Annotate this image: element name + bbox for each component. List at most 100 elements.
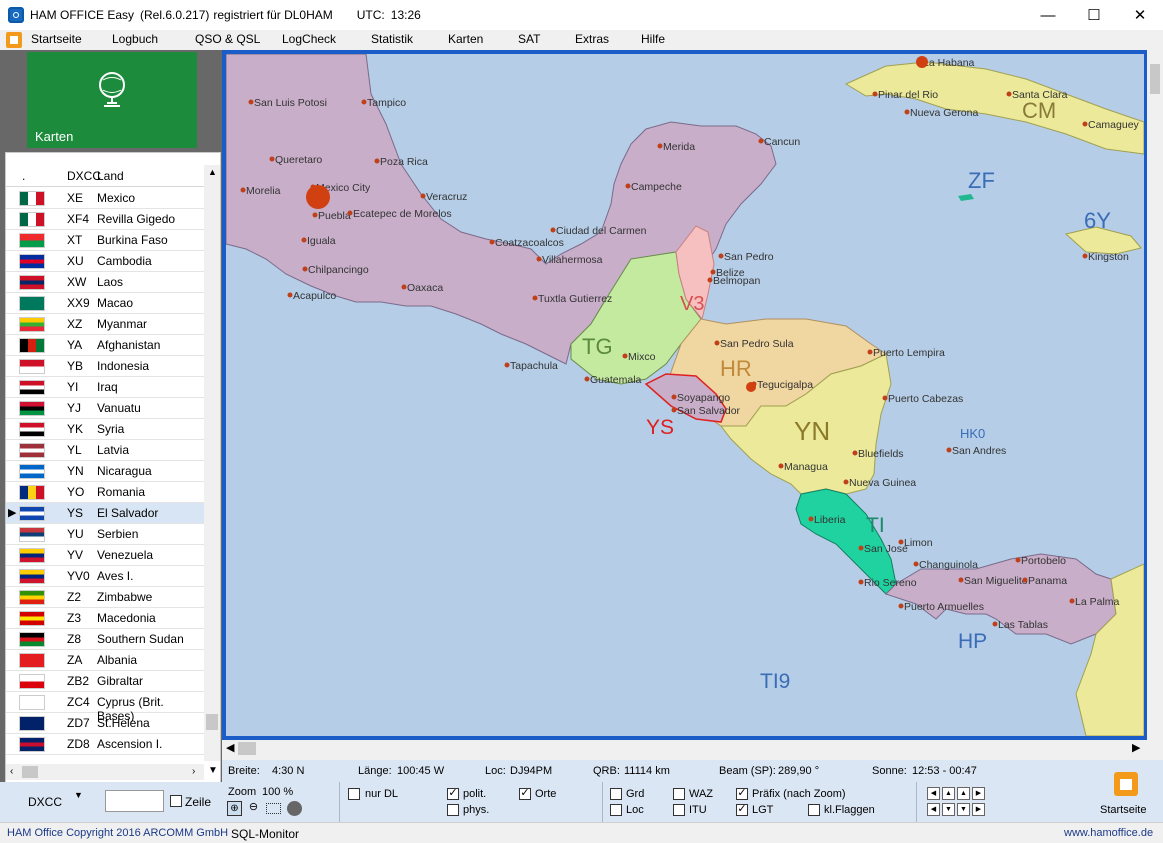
nav-up-icon[interactable]: ▲ [942,787,955,800]
list-row[interactable]: XW Laos [6,272,204,293]
zoom-in-icon[interactable]: ⊕ [227,801,242,816]
sql-monitor[interactable]: SQL-Monitor [231,827,299,841]
list-row[interactable]: YN Nicaragua [6,461,204,482]
city-dot[interactable] [671,394,677,400]
city-dot[interactable] [248,99,254,105]
map-vertical-scrollbar[interactable] [1147,50,1163,740]
startseite-button[interactable]: Startseite [1096,768,1156,820]
orte-checkbox[interactable]: ✓ [519,788,531,800]
city-dot[interactable] [504,362,510,368]
list-row[interactable]: ZD8 Ascension I. [6,734,204,755]
city-dot[interactable] [882,395,888,401]
list-row[interactable]: XT Burkina Faso [6,230,204,251]
list-row[interactable]: YJ Vanuatu [6,398,204,419]
city-dot[interactable] [808,516,814,522]
city-dot[interactable] [301,237,307,243]
city-dot[interactable] [625,183,631,189]
list-row[interactable]: YA Afghanistan [6,335,204,356]
scroll-up-icon[interactable]: ▲ [208,167,217,177]
list-row[interactable]: YU Serbien [6,524,204,545]
minimize-button[interactable]: — [1025,0,1071,30]
city-dot[interactable] [718,253,724,259]
list-row[interactable]: Z3 Macedonia [6,608,204,629]
lgt-checkbox[interactable]: ✓ [736,804,748,816]
nur-dl-checkbox[interactable] [348,788,360,800]
nav-down-icon[interactable]: ▼ [942,803,955,816]
dxcc-dropdown-icon[interactable]: ▼ [74,790,83,800]
city-dot[interactable] [714,340,720,346]
city-dot[interactable] [904,109,910,115]
list-row[interactable]: XZ Myanmar [6,314,204,335]
nav-right-end-icon[interactable]: ▶ [972,803,985,816]
city-dot[interactable] [1006,91,1012,97]
grd-checkbox[interactable] [610,788,622,800]
zoom-out-icon[interactable]: ⊖ [246,801,261,816]
city-dot[interactable] [361,99,367,105]
city-dot[interactable] [1069,598,1075,604]
map-scroll-left-icon[interactable]: ◀ [226,741,234,754]
map-view[interactable]: La Habana Pinar del Rio Santa Clara Nueva G… [222,50,1148,740]
capital-marker-havana[interactable] [916,56,928,68]
city-dot[interactable] [489,239,495,245]
menu-logbuch[interactable]: Logbuch [112,32,158,46]
city-dot[interactable] [550,227,556,233]
city-dot[interactable] [913,561,919,567]
city-dot[interactable] [778,463,784,469]
scroll-down-icon[interactable]: ▼ [208,765,218,776]
header-dot[interactable]: . [22,169,25,183]
list-row[interactable]: ZA Albania [6,650,204,671]
list-row[interactable]: ZB2 Gibraltar [6,671,204,692]
city-dot[interactable] [858,545,864,551]
map-vscroll-thumb[interactable] [1150,64,1160,94]
city-dot[interactable] [312,212,318,218]
list-row[interactable]: YK Syria [6,419,204,440]
header-land[interactable]: Land [97,169,124,183]
city-dot[interactable] [958,577,964,583]
city-dot[interactable] [374,158,380,164]
city-dot[interactable] [898,603,904,609]
city-dot[interactable] [1022,577,1028,583]
website-link[interactable]: www.hamoffice.de [1064,827,1153,839]
polit-checkbox[interactable]: ✓ [447,788,459,800]
capital-marker-mexico-city[interactable] [306,185,330,209]
list-row[interactable]: XX9 Macao [6,293,204,314]
menu-hilfe[interactable]: Hilfe [641,32,665,46]
nav-left-end-icon[interactable]: ◀ [927,803,940,816]
city-dot[interactable] [867,349,873,355]
hscroll-thumb[interactable] [22,766,38,778]
nav-right-icon[interactable]: ▶ [972,787,985,800]
nav-up2-icon[interactable]: ▲ [957,787,970,800]
city-dot[interactable] [401,284,407,290]
praefix-checkbox[interactable]: ✓ [736,788,748,800]
city-dot[interactable] [536,256,542,262]
maximize-button[interactable]: ☐ [1071,0,1117,30]
world-view-icon[interactable] [287,801,302,816]
list-vertical-scrollbar[interactable]: ▲ [204,165,220,761]
menu-karten[interactable]: Karten [448,32,483,46]
zeile-checkbox[interactable] [170,795,182,807]
city-dot[interactable] [347,210,353,216]
city-dot[interactable] [269,156,275,162]
city-dot[interactable] [843,479,849,485]
menu-qso-qsl[interactable]: QSO & QSL [195,32,260,46]
waz-checkbox[interactable] [673,788,685,800]
map-scroll-right-icon[interactable]: ▶ [1132,741,1140,754]
menu-startseite[interactable]: Startseite [31,32,82,46]
list-row[interactable]: XF4 Revilla Gigedo [6,209,204,230]
city-dot[interactable] [240,187,246,193]
list-row[interactable]: YI Iraq [6,377,204,398]
city-dot[interactable] [1082,253,1088,259]
list-horizontal-scrollbar[interactable]: ‹ › [6,764,204,780]
list-row[interactable]: YO Romania [6,482,204,503]
list-row[interactable]: ▶ YS El Salvador [6,503,204,524]
list-row[interactable]: YL Latvia [6,440,204,461]
zoom-rect-icon[interactable] [266,803,281,814]
city-dot[interactable] [657,143,663,149]
itu-checkbox[interactable] [673,804,685,816]
city-dot[interactable] [946,447,952,453]
capital-marker-tegucigalpa[interactable] [746,382,756,392]
menu-statistik[interactable]: Statistik [371,32,413,46]
city-dot[interactable] [671,407,677,413]
list-row[interactable]: ZC4 Cyprus (Brit. Bases) [6,692,204,723]
city-dot[interactable] [420,193,426,199]
